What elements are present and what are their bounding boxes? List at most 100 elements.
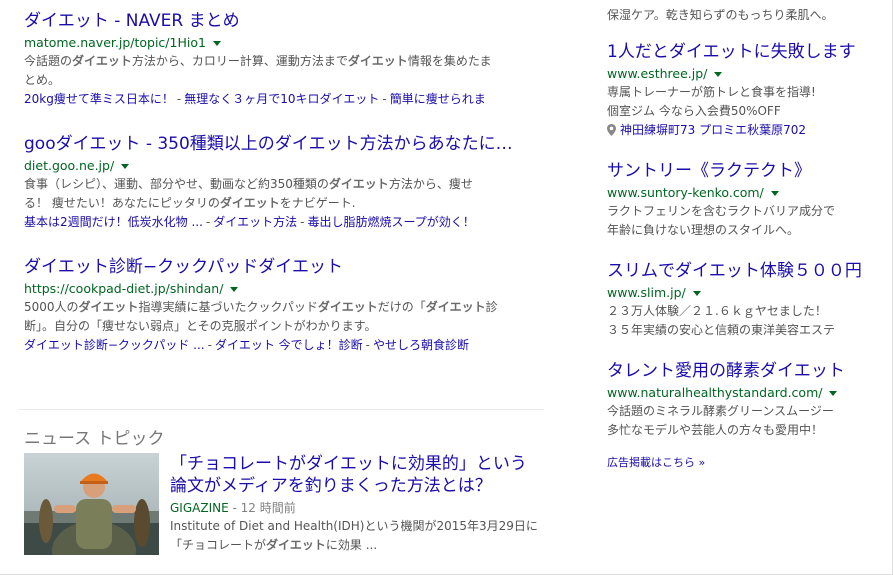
ad-description: 年齢に負けない理想のスタイルへ。 [607, 223, 800, 237]
snippet-text: 食事（レシピ）、運動、部分やせ、動画など約350種類の [24, 177, 329, 191]
sitelink-separator: - [365, 338, 370, 352]
sitelink[interactable]: やせしろ朝食診断 [373, 338, 469, 352]
sitelink[interactable]: 基本は2週間だけ！低炭水化物 ... [24, 215, 203, 229]
snippet-keyword: ダイエット [317, 300, 378, 314]
ad-url-text[interactable]: www.slim.jp/ [607, 285, 686, 300]
sitelink-separator: - [176, 92, 182, 106]
snippet-keyword: ダイエット [347, 54, 408, 68]
sitelink[interactable]: ダイエット診断−クックパッド ... [24, 338, 205, 352]
result-url: matome.naver.jp/topic/1Hio1 [24, 34, 544, 52]
result-snippet: 食事（レシピ）、運動、部分やせ、動画など約350種類のダイエット方法から、痩せる… [24, 175, 544, 213]
ad-description: 多忙なモデルや芸能人の方々も愛用中！ [607, 423, 824, 437]
dropdown-caret-icon[interactable] [121, 164, 130, 169]
ad-description: 個室ジム 今なら入会費50%OFF [607, 104, 781, 118]
snippet-keyword: ダイエット [219, 196, 280, 210]
snippet-text: 指導実績に基づいたクックパッド [138, 300, 318, 314]
snippet-line: 5000人のダイエット指導実績に基づいたクックパッドダイエットだけの「ダイエット… [24, 298, 544, 317]
ad-url: www.esthree.jp/ [607, 65, 877, 83]
organic-results: ダイエット - NAVER まとめ matome.naver.jp/topic/1… [24, 10, 544, 379]
sitelink-separator: - [300, 215, 305, 229]
snippet-text: だけの「 [377, 300, 426, 314]
sitelink[interactable]: ダイエット 今でしょ！診断 [215, 338, 363, 352]
news-time: 12 時間前 [240, 501, 296, 515]
snippet-text: 5000人の [24, 300, 79, 314]
dropdown-caret-icon[interactable] [230, 287, 239, 292]
snippet-text: 今話題の [24, 54, 73, 68]
result-url-text[interactable]: matome.naver.jp/topic/1Hio1 [24, 35, 206, 50]
snippet-line: 今話題のダイエット方法から、カロリー計算、運動方法までダイエット情報を集めたま [24, 52, 544, 71]
result-title-link[interactable]: ダイエット診断−クックパッドダイエット [24, 256, 544, 278]
ad-title-link[interactable]: サントリー《ラクテクト》 [607, 160, 877, 182]
snippet-keyword: ダイエット [328, 177, 389, 191]
news-snippet: Institute of Diet and Health(IDH)という機関が2… [170, 517, 540, 555]
result-snippet: 今話題のダイエット方法から、カロリー計算、運動方法までダイエット情報を集めたまと… [24, 52, 544, 90]
snippet-text: 方法から、カロリー計算、運動方法まで [131, 54, 348, 68]
dropdown-caret-icon[interactable] [770, 191, 779, 196]
sitelink[interactable]: 毒出し脂肪燃焼スープが効く！ [307, 215, 474, 229]
ad-url: www.naturalhealthystandard.com/ [607, 384, 877, 402]
snippet-text: をナビゲート. [279, 196, 356, 210]
dropdown-caret-icon[interactable] [829, 391, 838, 396]
snippet-line: 「チョコレートがダイエットに効果 ... [170, 536, 540, 555]
result-url: diet.goo.ne.jp/ [24, 157, 544, 175]
news-title-link[interactable]: 「チョコレートがダイエットに効果的」という論文がメディアを釣りまくった方法とは？ [170, 453, 540, 497]
snippet-keyword: ダイエット [72, 54, 132, 68]
ad-url: www.suntory-kenko.com/ [607, 184, 877, 202]
ad-description: ２３万人体験／２１.６ｋｇヤセました！ [607, 304, 827, 318]
news-heading: ニュース トピック [24, 429, 165, 449]
result-title-link[interactable]: ダイエット - NAVER まとめ [24, 10, 544, 32]
dropdown-caret-icon[interactable] [714, 72, 723, 77]
snippet-keyword: ダイエット [266, 538, 326, 552]
ads-column: 保湿ケア。乾き知らずのもっちり柔肌へ。 1人だとダイエットに失敗します www.e… [607, 6, 877, 470]
ad-description: 今話題のミネラル酵素グリーンスムージー [607, 404, 834, 418]
search-result: gooダイエット - 350種類以上のダイエット方法からあなたに… diet.go… [24, 133, 544, 232]
result-title-link[interactable]: gooダイエット - 350種類以上のダイエット方法からあなたに… [24, 133, 544, 155]
result-url-text[interactable]: https://cookpad-diet.jp/shindan/ [24, 281, 223, 296]
news-thumbnail[interactable] [24, 453, 159, 555]
snippet-line: 食事（レシピ）、運動、部分やせ、動画など約350種類のダイエット方法から、痩せ [24, 175, 544, 194]
result-url-text[interactable]: diet.goo.ne.jp/ [24, 158, 114, 173]
dropdown-caret-icon[interactable] [692, 291, 701, 296]
snippet-text: 断」。自分の「痩せない弱点」とその克服ポイントがわかります。 [24, 319, 377, 333]
ad-url: www.slim.jp/ [607, 284, 877, 302]
snippet-keyword: ダイエット [78, 300, 139, 314]
sitelink[interactable]: 無理なく３ヶ月で10キロダイエット [184, 92, 379, 106]
snippet-text: 情報を集めたま [407, 54, 492, 68]
snippet-text: る！ 痩せたい！あなたにピッタリの [24, 196, 220, 210]
news-time-sep: - [232, 501, 241, 515]
snippet-line: Institute of Diet and Health(IDH)という機関が2… [170, 517, 540, 536]
ad-address-text[interactable]: 神田練塀町73 プロミエ秋葉原702 [620, 123, 806, 137]
sitelink[interactable]: 20kg痩せて準ミス日本に！ [24, 92, 174, 106]
snippet-keyword: ダイエット [425, 300, 486, 314]
ad-url-text[interactable]: www.esthree.jp/ [607, 66, 707, 81]
sitelink-separator: - [382, 92, 387, 106]
ad-description: ラクトフェリンを含むラクトバリア成分で [607, 204, 836, 218]
ad-url-text[interactable]: www.naturalhealthystandard.com/ [607, 385, 822, 400]
snippet-line: る！ 痩せたい！あなたにピッタリのダイエットをナビゲート. [24, 194, 544, 213]
ad-description: ３５年実績の安心と信頼の東洋美容エステ [607, 323, 836, 337]
snippet-text: Institute of Diet and Health(IDH)という機関が2… [170, 519, 538, 533]
ad-title-link[interactable]: スリムでダイエット体験５００円 [607, 260, 877, 282]
ads-footer-link[interactable]: 広告掲載はこちら » [607, 454, 877, 470]
sitelink[interactable]: 簡単に痩せられま [390, 92, 486, 106]
snippet-text: 診 [485, 300, 498, 314]
ad-description: 専属トレーナーが筋トレと食事を指導! [607, 85, 816, 99]
ad-address[interactable]: 神田練塀町73 プロミエ秋葉原702 [607, 121, 877, 140]
sitelinks: 20kg痩せて準ミス日本に！ - 無理なく３ヶ月で10キロダイエット - 簡単に痩せられ… [24, 90, 544, 109]
ad-title-link[interactable]: タレント愛用の酵素ダイエット [607, 360, 877, 382]
location-pin-icon [607, 124, 616, 136]
sitelink[interactable]: ダイエット方法 [213, 215, 297, 229]
search-result: ダイエット - NAVER まとめ matome.naver.jp/topic/1… [24, 10, 544, 109]
ad-result: 1人だとダイエットに失敗します www.esthree.jp/専属トレーナーが筋ト… [607, 41, 877, 140]
ad-url-text[interactable]: www.suntory-kenko.com/ [607, 185, 764, 200]
divider [18, 409, 544, 410]
snippet-text: 「チョコレートが [170, 538, 267, 552]
dropdown-caret-icon[interactable] [212, 41, 221, 46]
snippet-line: 断」。自分の「痩せない弱点」とその克服ポイントがわかります。 [24, 317, 544, 336]
snippet-text: 方法から、痩せ [388, 177, 473, 191]
ad-title-link[interactable]: 1人だとダイエットに失敗します [607, 41, 877, 63]
snippet-text: とめ。 [24, 73, 61, 87]
ad-truncated-snippet: 保湿ケア。乾き知らずのもっちり柔肌へ。 [607, 8, 834, 22]
ad-result: サントリー《ラクテクト》 www.suntory-kenko.com/ラクトフェリ… [607, 160, 877, 240]
search-result: ダイエット診断−クックパッドダイエット https://cookpad-diet.… [24, 256, 544, 355]
